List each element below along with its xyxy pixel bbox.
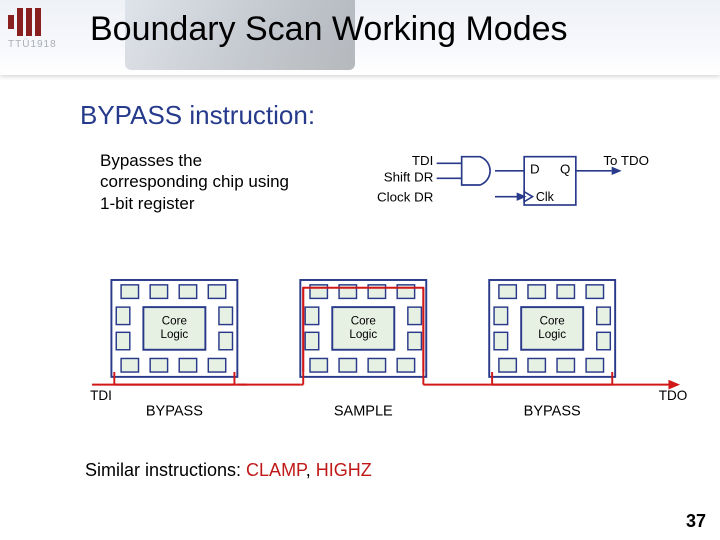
slide-title: Boundary Scan Working Modes xyxy=(90,10,568,49)
chip2-mode: SAMPLE xyxy=(334,404,393,420)
description-text: Bypasses the corresponding chip using 1-… xyxy=(100,150,295,214)
chip-1 xyxy=(111,280,237,377)
totdo-label: To TDO xyxy=(603,153,649,168)
chip1-mode: BYPASS xyxy=(146,404,203,420)
ff-d-label: D xyxy=(530,161,540,176)
chip3-mode: BYPASS xyxy=(524,404,581,420)
page-number: 37 xyxy=(686,511,706,532)
chip-3 xyxy=(489,280,615,377)
similar-prefix: Similar instructions: xyxy=(85,460,246,480)
chip-chain-diagram: Core Logic TDI xyxy=(85,280,690,435)
logo-bars-icon xyxy=(8,8,68,36)
tdi-label: TDI xyxy=(412,153,433,168)
shiftdr-label: Shift DR xyxy=(384,170,434,185)
logo-text: TTÜ1918 xyxy=(8,39,68,50)
clamp-keyword: CLAMP xyxy=(246,460,306,480)
logo: TTÜ1918 xyxy=(8,8,68,50)
chip-2 xyxy=(300,280,426,377)
flipflop-diagram: D Q Clk TDI Shift DR Clock DR To TDO xyxy=(435,155,655,230)
tdi-port-label: TDI xyxy=(90,388,112,403)
slide-subtitle: BYPASS instruction: xyxy=(80,100,315,131)
tdo-port-label: TDO xyxy=(659,388,688,403)
clockdr-label: Clock DR xyxy=(377,190,433,205)
ff-q-label: Q xyxy=(560,161,570,176)
similar-instructions: Similar instructions: CLAMP, HIGHZ xyxy=(85,460,372,481)
ff-clk-label: Clk xyxy=(536,190,555,204)
highz-keyword: HIGHZ xyxy=(316,460,372,480)
